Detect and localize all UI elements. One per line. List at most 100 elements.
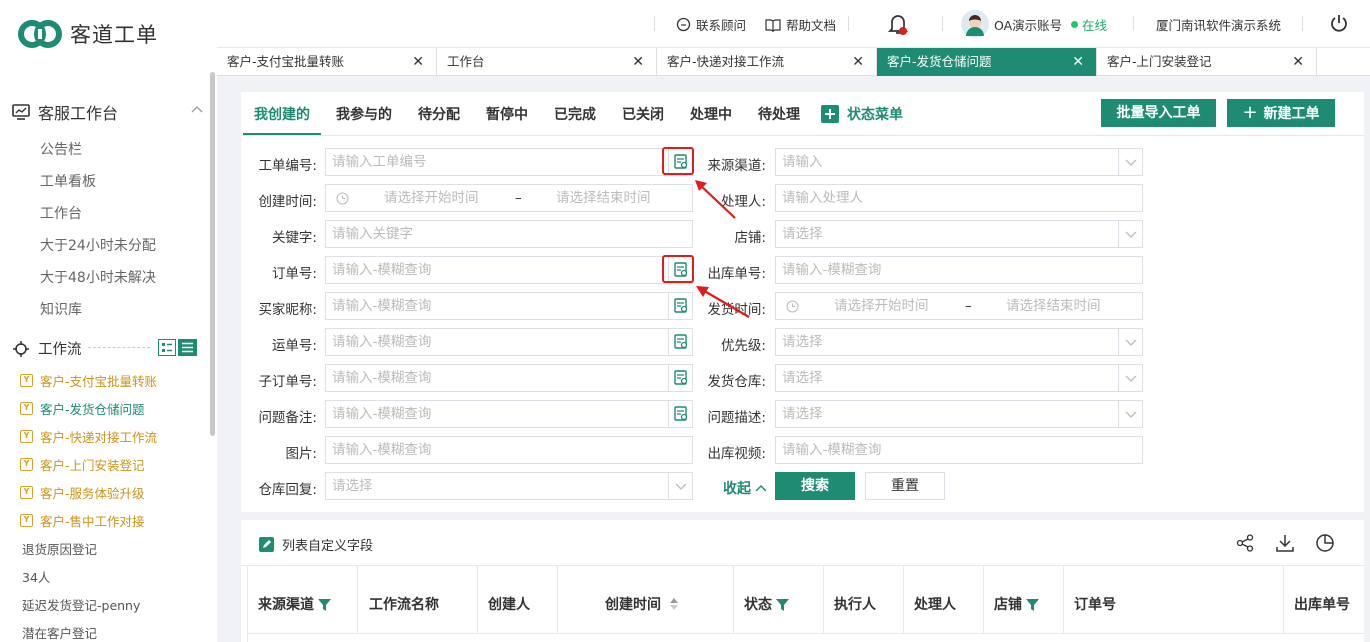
subtab-processing[interactable]: 处理中: [690, 104, 732, 124]
column-header-executor[interactable]: 执行人: [834, 594, 876, 614]
sidebar-item-board[interactable]: 工单看板: [40, 171, 96, 191]
grid-view-icon[interactable]: [158, 339, 176, 356]
column-header-workflow-name[interactable]: 工作流名称: [369, 594, 439, 614]
avatar[interactable]: [961, 10, 989, 38]
chevron-up-icon[interactable]: [191, 104, 203, 114]
sidebar-item-notice[interactable]: 公告栏: [40, 139, 82, 159]
sort-icon[interactable]: [669, 597, 679, 611]
subtab-created-by-me[interactable]: 我创建的: [254, 104, 310, 124]
priority-select[interactable]: 请选择: [775, 328, 1143, 356]
ship-time-range[interactable]: 请选择开始时间 – 请选择结束时间: [775, 292, 1143, 320]
section-service-desk[interactable]: 客服工作台: [12, 100, 118, 124]
reset-button[interactable]: 重置: [865, 472, 945, 500]
subtab-pending[interactable]: 待处理: [758, 104, 800, 124]
waybill-input[interactable]: 请输入-模糊查询: [325, 328, 693, 356]
status-menu-button[interactable]: 状态菜单: [821, 104, 903, 124]
close-icon[interactable]: ✕: [1292, 48, 1304, 76]
list-item[interactable]: 退货原因登记: [22, 539, 97, 558]
filter-icon[interactable]: [1026, 598, 1039, 611]
search-button[interactable]: 搜索: [775, 472, 855, 500]
bell-icon[interactable]: [888, 12, 910, 36]
workflow-item[interactable]: Y 客户-服务体验升级: [20, 483, 145, 502]
workflow-item-active[interactable]: Y 客户-发货仓储问题: [20, 399, 145, 418]
workflow-item[interactable]: Y 客户-支付宝批量转账: [20, 371, 157, 390]
column-header-shop[interactable]: 店铺: [994, 594, 1039, 614]
sub-order-input[interactable]: 请输入-模糊查询: [325, 364, 693, 392]
column-header-create-time[interactable]: 创建时间: [605, 594, 679, 614]
close-icon[interactable]: ✕: [852, 48, 864, 76]
list-view-icon[interactable]: [178, 339, 197, 356]
pie-chart-icon[interactable]: [1315, 533, 1335, 553]
issue-remark-input[interactable]: 请输入-模糊查询: [325, 400, 693, 428]
column-header-status[interactable]: 状态: [744, 594, 789, 614]
tab-alipay-transfer[interactable]: 客户-支付宝批量转账 ✕: [217, 48, 437, 76]
issue-desc-select[interactable]: 请选择: [775, 400, 1143, 428]
subtab-completed[interactable]: 已完成: [554, 104, 596, 124]
filter-icon[interactable]: [776, 598, 789, 611]
chevron-down-icon[interactable]: [1118, 365, 1142, 391]
download-icon[interactable]: [1275, 533, 1295, 553]
subtab-to-assign[interactable]: 待分配: [418, 104, 460, 124]
new-ticket-button[interactable]: + 新建工单: [1227, 99, 1335, 127]
sidebar-item-knowledge[interactable]: 知识库: [40, 299, 82, 319]
keyword-input[interactable]: 请输入关键字: [325, 220, 693, 248]
tab-installation[interactable]: 客户-上门安装登记 ✕: [1097, 48, 1317, 76]
workflow-item[interactable]: Y 客户-售中工作对接: [20, 511, 145, 530]
create-time-range[interactable]: 请选择开始时间 – 请选择结束时间: [325, 184, 693, 212]
chevron-down-icon[interactable]: [1118, 149, 1142, 175]
clock-icon: [336, 192, 349, 205]
warehouse-reply-select[interactable]: 请选择: [325, 472, 693, 500]
subtab-closed[interactable]: 已关闭: [622, 104, 664, 124]
logo[interactable]: 客道工单: [18, 18, 158, 50]
close-icon[interactable]: ✕: [632, 48, 644, 76]
sidebar-item-unassigned-24h[interactable]: 大于24小时未分配: [40, 235, 156, 255]
ship-warehouse-select[interactable]: 请选择: [775, 364, 1143, 392]
column-header-order-no[interactable]: 订单号: [1074, 594, 1116, 614]
sidebar-item-unresolved-48h[interactable]: 大于48小时未解决: [40, 267, 156, 287]
order-no-input[interactable]: 请输入-模糊查询: [325, 256, 693, 284]
workflow-item[interactable]: Y 客户-快递对接工作流: [20, 427, 157, 446]
share-icon[interactable]: [1236, 534, 1254, 552]
red-arrow-annotation: [696, 286, 750, 318]
column-header-outbound-no[interactable]: 出库单号: [1294, 594, 1350, 614]
power-icon[interactable]: [1329, 13, 1349, 33]
filter-icon[interactable]: [318, 598, 331, 611]
custom-fields-button[interactable]: 列表自定义字段: [259, 535, 373, 554]
workflow-divider: [88, 347, 150, 348]
help-docs-link[interactable]: 帮助文档: [765, 15, 836, 34]
close-icon[interactable]: ✕: [1072, 48, 1084, 76]
keyword-label: 关键字:: [271, 230, 317, 246]
list-item[interactable]: 潜在客户登记: [22, 623, 97, 642]
ticket-no-input[interactable]: 请输入工单编号: [325, 148, 693, 176]
workflow-item[interactable]: Y 客户-上门安装登记: [20, 455, 145, 474]
tab-express-workflow[interactable]: 客户-快递对接工作流 ✕: [657, 48, 877, 76]
outbound-no-input[interactable]: 请输入-模糊查询: [775, 256, 1143, 284]
source-channel-select[interactable]: 请输入: [775, 148, 1143, 176]
buyer-nick-input[interactable]: 请输入-模糊查询: [325, 292, 693, 320]
chevron-down-icon[interactable]: [1118, 401, 1142, 427]
tab-workbench[interactable]: 工作台 ✕: [437, 48, 657, 76]
column-header-handler[interactable]: 处理人: [914, 594, 956, 614]
collapse-toggle[interactable]: 收起: [723, 478, 767, 498]
close-icon[interactable]: ✕: [412, 48, 424, 76]
handler-input[interactable]: 请输入处理人: [775, 184, 1143, 212]
shop-select[interactable]: 请选择: [775, 220, 1143, 248]
subtab-paused[interactable]: 暂停中: [486, 104, 528, 124]
chevron-down-icon[interactable]: [1118, 221, 1142, 247]
outbound-video-input[interactable]: 请输入-模糊查询: [775, 436, 1143, 464]
sidebar-item-workbench[interactable]: 工作台: [40, 203, 82, 223]
image-input[interactable]: 请输入-模糊查询: [325, 436, 693, 464]
list-item[interactable]: 延迟发货登记-penny: [22, 595, 140, 614]
section-workflow[interactable]: 工作流: [12, 338, 82, 359]
column-header-creator[interactable]: 创建人: [488, 594, 530, 614]
account-name[interactable]: OA演示账号: [994, 15, 1062, 34]
chevron-down-icon[interactable]: [668, 473, 692, 499]
sidebar-scrollbar[interactable]: [210, 72, 215, 436]
contact-advisor-link[interactable]: 联系顾问: [676, 15, 746, 34]
list-item[interactable]: 34人: [22, 567, 50, 586]
subtab-participated[interactable]: 我参与的: [336, 104, 392, 124]
batch-import-button[interactable]: 批量导入工单: [1101, 99, 1216, 127]
chevron-down-icon[interactable]: [1118, 329, 1142, 355]
column-header-source-channel[interactable]: 来源渠道: [258, 594, 331, 614]
tab-shipping-storage[interactable]: 客户-发货仓储问题 ✕: [877, 48, 1097, 76]
